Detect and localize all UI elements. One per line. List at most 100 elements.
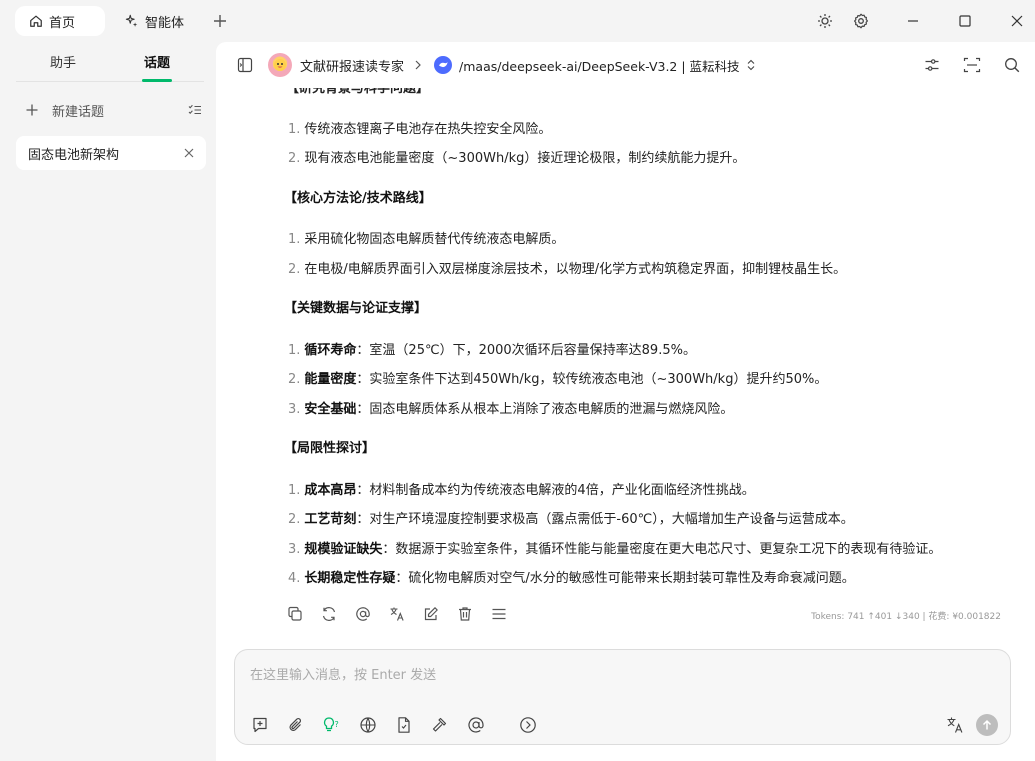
search-icon <box>1005 58 1020 73</box>
new-chat-icon <box>253 717 267 733</box>
chevron-right-circle-icon <box>520 717 536 733</box>
sliders-icon <box>925 59 939 71</box>
svg-text:?: ? <box>335 720 339 729</box>
close-icon <box>1011 15 1023 27</box>
attach-file-button[interactable] <box>285 714 307 736</box>
globe-icon <box>360 717 376 733</box>
maximize-button[interactable] <box>947 0 983 42</box>
theme-toggle-button[interactable] <box>807 0 843 42</box>
chat-header: 文献研报速读专家 /maas/deepseek-ai/DeepSeek-V3.2… <box>216 42 1035 88</box>
list-item: 1. 采用硫化物固态电解质替代传统液态电解质。 <box>288 232 565 247</box>
toggle-sidebar-button[interactable] <box>234 54 256 76</box>
token-usage: Tokens: 741 ↑401 ↓340 | 花费: ¥0.001822 <box>811 612 1001 622</box>
translate-input-button[interactable] <box>946 716 964 734</box>
delete-button[interactable] <box>456 605 474 623</box>
chevron-updown-icon[interactable] <box>746 59 756 71</box>
section-heading: 【研究背景与科学问题】 <box>286 88 430 96</box>
tab-home[interactable]: 首页 <box>15 6 105 36</box>
sun-icon <box>818 14 832 28</box>
sidebar-tab-topics[interactable]: 话题 <box>110 42 204 81</box>
home-icon <box>29 14 43 28</box>
composer-right-actions <box>946 714 998 736</box>
message-input[interactable] <box>235 650 1010 700</box>
assistant-avatar[interactable] <box>268 53 292 77</box>
list-item: 4. 长期稳定性存疑：硫化物电解质对空气/水分的敏感性可能带来长期封装可靠性及寿命… <box>288 571 855 586</box>
section-heading: 【局限性探讨】 <box>284 441 376 456</box>
sort-list-icon[interactable] <box>188 104 202 116</box>
list-item: 2. 在电极/电解质界面引入双层梯度涂层技术，以物理/化学方式构筑稳定界面，抑制锂… <box>288 262 847 277</box>
plus-icon <box>214 15 227 27</box>
translate-button[interactable] <box>388 605 406 623</box>
send-button[interactable] <box>976 714 998 736</box>
tab-home-label: 首页 <box>49 15 76 31</box>
list-item: 1. 传统液态锂离子电池存在热失控安全风险。 <box>288 122 552 137</box>
regenerate-button[interactable] <box>320 605 338 623</box>
sidebar-tabs: 助手 话题 <box>16 42 204 82</box>
edit-button[interactable] <box>422 605 440 623</box>
mention-model-button[interactable] <box>354 605 372 623</box>
menu-icon <box>492 608 506 620</box>
sidebar-toggle-icon <box>237 57 253 73</box>
web-search-button[interactable] <box>357 714 379 736</box>
tab-agents[interactable]: 智能体 <box>111 6 198 36</box>
new-topic-tool-button[interactable] <box>249 714 271 736</box>
close-window-button[interactable] <box>999 0 1035 42</box>
minimize-button[interactable] <box>895 0 931 42</box>
message-content: 【研究背景与科学问题】 1. 传统液态锂离子电池存在热失控安全风险。 2. 现有液态… <box>216 88 1035 648</box>
more-menu-button[interactable] <box>490 605 508 623</box>
trash-icon <box>459 607 471 621</box>
hammer-icon <box>432 717 447 732</box>
topic-item-label: 固态电池新架构 <box>28 147 120 163</box>
settings-button[interactable] <box>843 0 879 42</box>
deepseek-logo-icon <box>434 56 453 74</box>
thinking-mode-button[interactable]: ? <box>321 714 343 736</box>
translate-icon <box>947 717 963 733</box>
arrow-up-icon <box>982 719 992 730</box>
sparkle-icon <box>125 14 139 28</box>
mcp-tools-button[interactable] <box>429 714 451 736</box>
topic-item[interactable]: 固态电池新架构 <box>16 136 206 170</box>
assistant-name[interactable]: 文献研报速读专家 <box>300 56 404 75</box>
list-item: 3. 安全基础：固态电解质体系从根本上消除了液态电解质的泄漏与燃烧风险。 <box>288 402 734 417</box>
search-button[interactable] <box>1001 54 1023 76</box>
list-item: 2. 工艺苛刻：对生产环境湿度控制要求极高（露点需低于-60℃），大幅增加生产设备… <box>288 512 854 527</box>
edit-icon <box>424 607 438 621</box>
plus-icon <box>26 104 44 116</box>
copy-button[interactable] <box>286 605 304 623</box>
refresh-icon <box>322 607 336 621</box>
gear-icon <box>854 13 868 29</box>
at-sign-icon <box>468 717 484 733</box>
list-item: 1. 成本高昂：材料制备成本约为传统液态电解液的4倍，产业化面临经济性挑战。 <box>288 483 755 498</box>
tab-agents-label: 智能体 <box>145 15 185 31</box>
model-selector[interactable]: /maas/deepseek-ai/DeepSeek-V3.2 | 蓝耘科技 <box>459 56 740 75</box>
narrow-mode-button[interactable] <box>961 54 983 76</box>
knowledge-base-button[interactable] <box>393 714 415 736</box>
new-topic-button[interactable]: 新建话题 <box>26 91 202 129</box>
list-item: 2. 现有液态电池能量密度（~300Wh/kg）接近理论极限，制约续航能力提升。 <box>288 151 746 166</box>
at-sign-icon <box>356 607 370 621</box>
section-heading: 【关键数据与论证支撑】 <box>284 301 428 316</box>
composer-toolbar: ? <box>249 714 539 736</box>
paperclip-icon <box>289 718 301 731</box>
chevron-right-icon <box>414 60 422 70</box>
sidebar: 助手 话题 新建话题 固态电池新架构 <box>0 42 216 761</box>
lightbulb-icon: ? <box>323 717 339 732</box>
new-topic-label: 新建话题 <box>52 104 105 120</box>
add-tab-button[interactable] <box>208 9 232 33</box>
message-actions <box>286 605 508 623</box>
list-item: 1. 循环寿命：室温（25℃）下，2000次循环后容量保持率达89.5%。 <box>288 343 696 358</box>
minimize-icon <box>908 20 918 22</box>
document-icon <box>398 717 410 733</box>
list-item: 2. 能量密度：实验室条件下达到450Wh/kg，较传统液态电池（~300Wh/k… <box>288 372 828 387</box>
sidebar-tab-assistants[interactable]: 助手 <box>16 42 110 81</box>
chat-settings-button[interactable] <box>921 54 943 76</box>
expand-icon <box>963 57 981 73</box>
expand-tools-button[interactable] <box>517 714 539 736</box>
title-bar: 首页 智能体 <box>0 0 1035 42</box>
copy-icon <box>288 606 302 621</box>
mention-button[interactable] <box>465 714 487 736</box>
close-icon[interactable] <box>184 148 194 158</box>
section-heading: 【核心方法论/技术路线】 <box>284 191 432 206</box>
chat-panel: 文献研报速读专家 /maas/deepseek-ai/DeepSeek-V3.2… <box>216 42 1035 761</box>
message-composer: ? <box>234 649 1011 745</box>
